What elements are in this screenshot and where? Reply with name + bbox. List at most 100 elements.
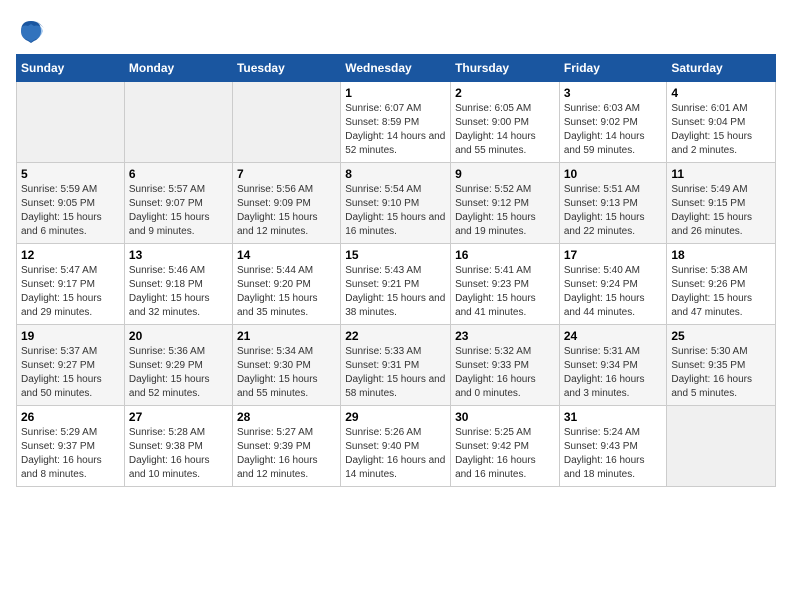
day-info: Sunrise: 5:34 AM Sunset: 9:30 PM Dayligh… (237, 345, 336, 401)
day-info: Sunrise: 6:07 AM Sunset: 8:59 PM Dayligh… (345, 102, 446, 158)
day-number: 24 (564, 329, 663, 343)
day-number: 22 (345, 329, 446, 343)
day-number: 13 (129, 248, 228, 262)
day-number: 21 (237, 329, 336, 343)
day-info: Sunrise: 5:49 AM Sunset: 9:15 PM Dayligh… (671, 183, 771, 239)
day-info: Sunrise: 5:29 AM Sunset: 9:37 PM Dayligh… (21, 426, 120, 482)
day-info: Sunrise: 5:54 AM Sunset: 9:10 PM Dayligh… (345, 183, 446, 239)
day-number: 30 (455, 410, 555, 424)
day-info: Sunrise: 5:57 AM Sunset: 9:07 PM Dayligh… (129, 183, 228, 239)
calendar-cell: 21 Sunrise: 5:34 AM Sunset: 9:30 PM Dayli… (232, 325, 340, 406)
calendar-cell: 13 Sunrise: 5:46 AM Sunset: 9:18 PM Dayli… (124, 244, 232, 325)
day-number: 15 (345, 248, 446, 262)
calendar-cell: 15Sunrise: 5:43 AM Sunset: 9:21 PM Dayli… (341, 244, 451, 325)
day-info: Sunrise: 5:36 AM Sunset: 9:29 PM Dayligh… (129, 345, 228, 401)
weekday-header: Saturday (667, 55, 776, 82)
page-header (16, 16, 776, 46)
day-number: 5 (21, 167, 120, 181)
day-info: Sunrise: 5:44 AM Sunset: 9:20 PM Dayligh… (237, 264, 336, 320)
calendar-cell: 28 Sunrise: 5:27 AM Sunset: 9:39 PM Dayli… (232, 406, 340, 487)
calendar-week-row: 5 Sunrise: 5:59 AM Sunset: 9:05 PM Daylig… (17, 163, 776, 244)
calendar-cell: 29 Sunrise: 5:26 AM Sunset: 9:40 PM Dayli… (341, 406, 451, 487)
weekday-header: Tuesday (232, 55, 340, 82)
calendar-cell: 24 Sunrise: 5:31 AM Sunset: 9:34 PM Dayli… (559, 325, 667, 406)
day-number: 9 (455, 167, 555, 181)
day-info: Sunrise: 5:27 AM Sunset: 9:39 PM Dayligh… (237, 426, 336, 482)
day-info: Sunrise: 5:56 AM Sunset: 9:09 PM Dayligh… (237, 183, 336, 239)
calendar-cell: 12 Sunrise: 5:47 AM Sunset: 9:17 PM Dayli… (17, 244, 125, 325)
day-number: 1 (345, 86, 446, 100)
day-info: Sunrise: 5:47 AM Sunset: 9:17 PM Dayligh… (21, 264, 120, 320)
day-info: Sunrise: 6:03 AM Sunset: 9:02 PM Dayligh… (564, 102, 663, 158)
calendar-cell: 1 Sunrise: 6:07 AM Sunset: 8:59 PM Daylig… (341, 82, 451, 163)
day-number: 12 (21, 248, 120, 262)
calendar-cell (17, 82, 125, 163)
calendar-cell: 11 Sunrise: 5:49 AM Sunset: 9:15 PM Dayli… (667, 163, 776, 244)
day-number: 23 (455, 329, 555, 343)
calendar-cell: 10Sunrise: 5:51 AM Sunset: 9:13 PM Dayli… (559, 163, 667, 244)
calendar-cell: 6 Sunrise: 5:57 AM Sunset: 9:07 PM Daylig… (124, 163, 232, 244)
weekday-header: Sunday (17, 55, 125, 82)
day-info: Sunrise: 5:28 AM Sunset: 9:38 PM Dayligh… (129, 426, 228, 482)
weekday-header: Thursday (451, 55, 560, 82)
day-info: Sunrise: 5:37 AM Sunset: 9:27 PM Dayligh… (21, 345, 120, 401)
calendar-week-row: 1 Sunrise: 6:07 AM Sunset: 8:59 PM Daylig… (17, 82, 776, 163)
day-info: Sunrise: 6:01 AM Sunset: 9:04 PM Dayligh… (671, 102, 771, 158)
calendar-cell: 26 Sunrise: 5:29 AM Sunset: 9:37 PM Dayli… (17, 406, 125, 487)
day-info: Sunrise: 5:41 AM Sunset: 9:23 PM Dayligh… (455, 264, 555, 320)
day-number: 28 (237, 410, 336, 424)
day-info: Sunrise: 5:59 AM Sunset: 9:05 PM Dayligh… (21, 183, 120, 239)
calendar-cell: 14 Sunrise: 5:44 AM Sunset: 9:20 PM Dayli… (232, 244, 340, 325)
day-number: 6 (129, 167, 228, 181)
calendar-cell (232, 82, 340, 163)
calendar-cell: 9 Sunrise: 5:52 AM Sunset: 9:12 PM Daylig… (451, 163, 560, 244)
calendar-cell: 31 Sunrise: 5:24 AM Sunset: 9:43 PM Dayli… (559, 406, 667, 487)
calendar-cell: 4 Sunrise: 6:01 AM Sunset: 9:04 PM Daylig… (667, 82, 776, 163)
day-number: 16 (455, 248, 555, 262)
calendar-cell: 18 Sunrise: 5:38 AM Sunset: 9:26 PM Dayli… (667, 244, 776, 325)
day-info: Sunrise: 5:52 AM Sunset: 9:12 PM Dayligh… (455, 183, 555, 239)
day-number: 14 (237, 248, 336, 262)
day-number: 17 (564, 248, 663, 262)
weekday-header: Wednesday (341, 55, 451, 82)
day-info: Sunrise: 5:24 AM Sunset: 9:43 PM Dayligh… (564, 426, 663, 482)
day-number: 8 (345, 167, 446, 181)
calendar-body: 1 Sunrise: 6:07 AM Sunset: 8:59 PM Daylig… (17, 82, 776, 487)
calendar-week-row: 26 Sunrise: 5:29 AM Sunset: 9:37 PM Dayli… (17, 406, 776, 487)
calendar-cell: 20Sunrise: 5:36 AM Sunset: 9:29 PM Dayli… (124, 325, 232, 406)
calendar-week-row: 19 Sunrise: 5:37 AM Sunset: 9:27 PM Dayli… (17, 325, 776, 406)
day-info: Sunrise: 5:46 AM Sunset: 9:18 PM Dayligh… (129, 264, 228, 320)
day-number: 3 (564, 86, 663, 100)
calendar-cell: 19 Sunrise: 5:37 AM Sunset: 9:27 PM Dayli… (17, 325, 125, 406)
calendar-cell: 17Sunrise: 5:40 AM Sunset: 9:24 PM Dayli… (559, 244, 667, 325)
day-number: 19 (21, 329, 120, 343)
day-number: 7 (237, 167, 336, 181)
day-number: 26 (21, 410, 120, 424)
calendar-cell: 16 Sunrise: 5:41 AM Sunset: 9:23 PM Dayli… (451, 244, 560, 325)
day-number: 25 (671, 329, 771, 343)
logo (16, 16, 50, 46)
day-info: Sunrise: 6:05 AM Sunset: 9:00 PM Dayligh… (455, 102, 555, 158)
day-number: 4 (671, 86, 771, 100)
calendar-cell: 27 Sunrise: 5:28 AM Sunset: 9:38 PM Dayli… (124, 406, 232, 487)
day-info: Sunrise: 5:31 AM Sunset: 9:34 PM Dayligh… (564, 345, 663, 401)
day-info: Sunrise: 5:38 AM Sunset: 9:26 PM Dayligh… (671, 264, 771, 320)
day-number: 18 (671, 248, 771, 262)
calendar-cell: 7 Sunrise: 5:56 AM Sunset: 9:09 PM Daylig… (232, 163, 340, 244)
calendar-cell: 3 Sunrise: 6:03 AM Sunset: 9:02 PM Daylig… (559, 82, 667, 163)
calendar-table: SundayMondayTuesdayWednesdayThursdayFrid… (16, 54, 776, 487)
day-number: 29 (345, 410, 446, 424)
logo-icon (16, 16, 46, 46)
calendar-cell: 25Sunrise: 5:30 AM Sunset: 9:35 PM Dayli… (667, 325, 776, 406)
calendar-cell (124, 82, 232, 163)
day-number: 27 (129, 410, 228, 424)
day-number: 11 (671, 167, 771, 181)
day-number: 31 (564, 410, 663, 424)
calendar-week-row: 12 Sunrise: 5:47 AM Sunset: 9:17 PM Dayli… (17, 244, 776, 325)
calendar-cell: 8 Sunrise: 5:54 AM Sunset: 9:10 PM Daylig… (341, 163, 451, 244)
day-number: 10 (564, 167, 663, 181)
day-info: Sunrise: 5:26 AM Sunset: 9:40 PM Dayligh… (345, 426, 446, 482)
day-info: Sunrise: 5:32 AM Sunset: 9:33 PM Dayligh… (455, 345, 555, 401)
weekday-header: Monday (124, 55, 232, 82)
day-info: Sunrise: 5:25 AM Sunset: 9:42 PM Dayligh… (455, 426, 555, 482)
